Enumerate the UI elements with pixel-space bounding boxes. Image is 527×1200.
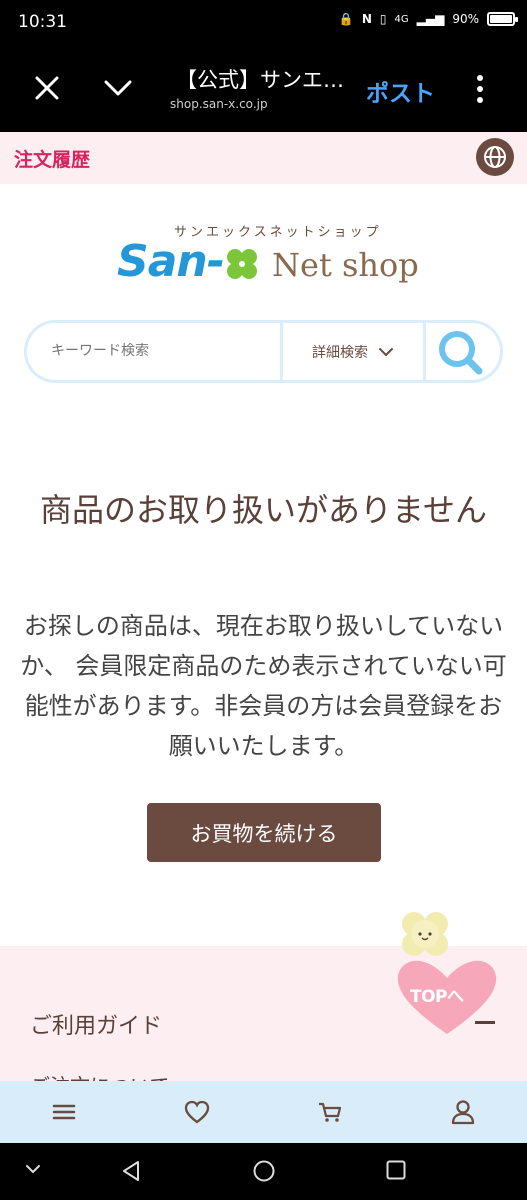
not-available-message: お探しの商品は、現在お取り扱いしていないか、 会員限定商品のため表示されていない… (20, 612, 507, 760)
status-icons: 🔒 N ▯ 4G ▂▄▆ 90% (338, 12, 518, 26)
status-bar: 10:31 🔒 N ▯ 4G ▂▄▆ 90% (0, 0, 527, 46)
kebab-menu-icon[interactable] (474, 74, 486, 104)
system-nav-bar (0, 1143, 527, 1200)
cart-icon[interactable] (316, 1099, 344, 1125)
post-button[interactable]: ポスト (366, 74, 435, 108)
site-logo[interactable]: サンエックスネットショップ San- Net shop (0, 218, 527, 298)
guide-title[interactable]: ご利用ガイド (30, 1008, 162, 1040)
not-available-heading: 商品のお取り扱いがありません (39, 491, 488, 529)
continue-shopping-button[interactable]: お買物を続ける (147, 803, 381, 862)
order-history-bar: 注文履歴 (0, 132, 527, 184)
globe-icon[interactable] (476, 138, 514, 176)
top-mascot-icon (397, 912, 497, 1034)
network-label: 4G (394, 13, 409, 25)
logo-net-shop: Net shop (272, 246, 419, 284)
search-bar: 詳細検索 (24, 320, 503, 383)
logo-brand: San- (117, 236, 225, 287)
battery-icon (487, 12, 518, 26)
chevron-down-icon[interactable] (24, 1163, 42, 1175)
back-icon[interactable] (120, 1159, 142, 1183)
lock-icon: 🔒 (338, 12, 354, 26)
signal-icon: ▂▄▆ (416, 12, 445, 26)
browser-toolbar: 【公式】サンエ… shop.san-x.co.jp ポスト (0, 46, 527, 132)
search-input[interactable] (51, 342, 271, 358)
browser-url: shop.san-x.co.jp (170, 97, 268, 111)
battery-percent: 90% (452, 12, 479, 26)
search-divider (423, 323, 426, 380)
menu-icon[interactable] (50, 1099, 78, 1125)
chevron-down-icon[interactable] (103, 78, 133, 98)
screen: 10:31 🔒 N ▯ 4G ▂▄▆ 90% 【公式】サンエ… shop.san… (0, 0, 527, 1200)
nfc-icon: N (361, 12, 372, 26)
close-icon[interactable] (33, 74, 61, 102)
search-icon[interactable] (431, 325, 491, 379)
home-icon[interactable] (252, 1159, 276, 1183)
order-history-link[interactable]: 注文履歴 (14, 145, 90, 172)
battery-fill (490, 15, 512, 23)
heart-icon[interactable] (183, 1099, 211, 1125)
user-icon[interactable] (449, 1099, 477, 1125)
clover-icon (227, 249, 257, 279)
chevron-down-icon (379, 347, 393, 356)
vibrate-icon: ▯ (379, 12, 387, 26)
back-to-top-label: TOPへ (410, 987, 464, 1007)
recents-icon[interactable] (385, 1159, 407, 1181)
back-to-top-button[interactable]: TOPへ (392, 906, 502, 1038)
advanced-search-dropdown[interactable]: 詳細検索 (283, 323, 423, 380)
status-time: 10:31 (18, 12, 67, 32)
bottom-nav (0, 1081, 527, 1143)
browser-title: 【公式】サンエ… (176, 68, 344, 92)
advanced-search-label: 詳細検索 (312, 344, 368, 361)
